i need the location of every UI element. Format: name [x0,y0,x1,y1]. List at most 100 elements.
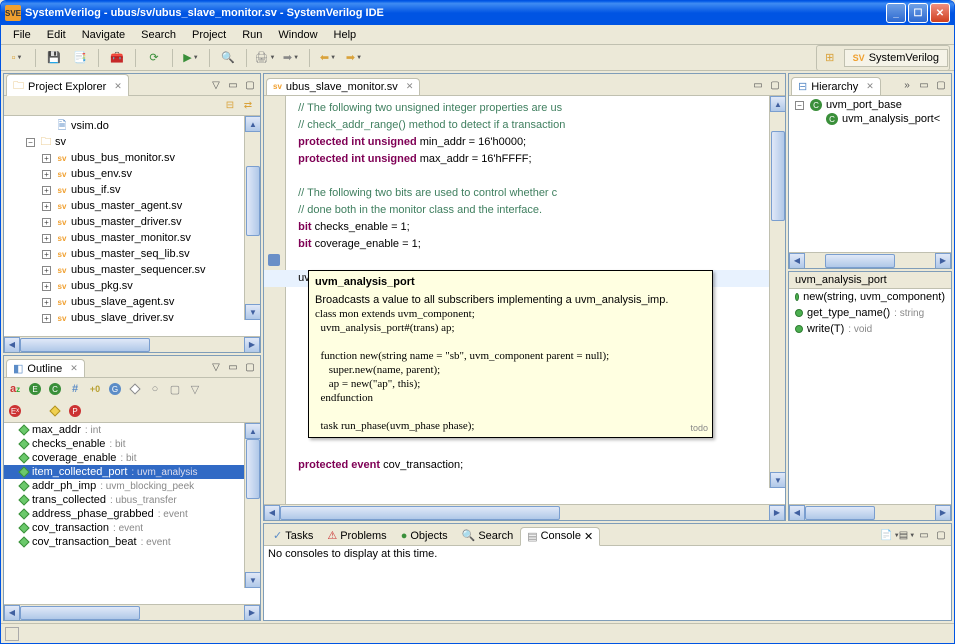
filter-g-button[interactable]: G [106,380,124,398]
close-icon[interactable]: ✕ [866,81,874,92]
open-perspective-button[interactable]: ⊞ [818,47,842,69]
filter-hash-button[interactable]: # [66,380,84,398]
search-button[interactable]: 🔍 [216,47,240,69]
tree-item[interactable]: +svubus_pkg.sv [6,278,258,294]
filter-p-button[interactable]: P [66,402,84,420]
code-line[interactable]: protected event cov_transaction; [292,457,777,474]
tab-hierarchy[interactable]: ⊟ Hierarchy ✕ [791,77,881,95]
tree-item[interactable]: +svubus_slave_agent.sv [6,294,258,310]
code-line[interactable]: // The following two bits are used to co… [292,185,777,202]
code-line[interactable] [292,168,777,185]
tree-item[interactable]: +svubus_master_sequencer.sv [6,262,258,278]
outline-item[interactable]: addr_ph_imp : uvm_blocking_peek [4,479,260,493]
close-icon[interactable]: ✕ [406,81,414,92]
view-menu-button[interactable]: ▽ [208,360,224,376]
perspective-systemverilog[interactable]: SV SystemVerilog [844,49,948,67]
outline-item[interactable]: address_phase_grabbed : event [4,507,260,521]
maximize-view-button[interactable]: ▢ [242,78,258,94]
new-button[interactable]: ▫▼ [5,47,29,69]
tab-objects[interactable]: ●Objects [394,527,455,545]
code-editor[interactable]: // The following two unsigned integer pr… [264,96,785,504]
code-line[interactable]: bit checks_enable = 1; [292,219,777,236]
outline-item[interactable]: item_collected_port : uvm_analysis [4,465,260,479]
expand-icon[interactable]: + [42,250,51,259]
expand-icon[interactable]: + [42,202,51,211]
expand-icon[interactable]: + [42,170,51,179]
filter-e-button[interactable]: E [26,380,44,398]
save-button[interactable]: 💾 [42,47,66,69]
filter-diamond2-button[interactable] [46,402,64,420]
sort-button[interactable]: az [6,380,24,398]
minimize-button[interactable]: _ [886,3,906,23]
filter-c-button[interactable]: C [46,380,64,398]
tab-tasks[interactable]: ✓Tasks [266,526,320,545]
expand-icon[interactable]: + [42,154,51,163]
filter-box-button[interactable]: ▢ [166,380,184,398]
code-line[interactable]: bit coverage_enable = 1; [292,236,777,253]
expand-icon[interactable]: + [42,218,51,227]
tree-item[interactable]: +svubus_master_seq_lib.sv [6,246,258,262]
forward-button[interactable]: ➡▼ [342,47,366,69]
menu-help[interactable]: Help [326,27,365,43]
close-icon[interactable]: ✕ [70,363,78,374]
hierarchy-item[interactable]: Cuvm_analysis_port< [791,112,949,126]
filter-c2-button[interactable]: ○ [146,380,164,398]
filter-diamond-button[interactable] [126,380,144,398]
outline-item[interactable]: max_addr : int [4,423,260,437]
link-editor-button[interactable]: ⇄ [240,98,256,114]
outline-item[interactable]: checks_enable : bit [4,437,260,451]
outline-item[interactable]: trans_collected : ubus_transfer [4,493,260,507]
minimize-view-button[interactable]: ▭ [916,528,932,544]
menu-navigate[interactable]: Navigate [74,27,133,43]
menu-window[interactable]: Window [270,27,325,43]
outline-item[interactable]: coverage_enable : bit [4,451,260,465]
back-button[interactable]: ⬅▼ [316,47,340,69]
collapse-icon[interactable]: − [26,138,35,147]
outline-item[interactable]: cov_transaction_beat : event [4,535,260,549]
expand-icon[interactable]: + [42,234,51,243]
tree-item[interactable]: +svubus_slave_driver.sv [6,310,258,326]
maximize-view-button[interactable]: ▢ [933,78,949,94]
expand-icon[interactable]: + [42,282,51,291]
editor-tab[interactable]: sv ubus_slave_monitor.sv ✕ [266,78,420,95]
tree-item[interactable]: +svubus_master_driver.sv [6,214,258,230]
close-icon[interactable]: ✕ [114,81,122,92]
tab-search[interactable]: 🔍Search [455,526,521,545]
menu-search[interactable]: Search [133,27,184,43]
code-line[interactable] [292,253,777,270]
tree-item[interactable]: +svubus_master_monitor.sv [6,230,258,246]
print-button[interactable]: 🖨▼ [253,47,277,69]
code-line[interactable]: // The following two unsigned integer pr… [292,100,777,117]
collapse-icon[interactable]: − [795,101,804,110]
view-menu-button[interactable]: ▽ [208,78,224,94]
filter-plus0-button[interactable]: +0 [86,380,104,398]
outline-item[interactable]: cov_transaction : event [4,521,260,535]
close-button[interactable]: ✕ [930,3,950,23]
save-all-button[interactable]: 📑 [68,47,92,69]
menu-edit[interactable]: Edit [39,27,74,43]
minimize-view-button[interactable]: ▭ [225,78,241,94]
chevron-button[interactable]: » [899,78,915,94]
tab-outline[interactable]: ◧ Outline ✕ [6,359,85,377]
expand-icon[interactable]: + [42,266,51,275]
action2-button[interactable]: ➡▼ [279,47,303,69]
code-line[interactable]: protected int unsigned min_addr = 16'h00… [292,134,777,151]
expand-icon[interactable]: + [42,186,51,195]
expand-icon[interactable]: + [42,314,51,323]
maximize-view-button[interactable]: ▢ [933,528,949,544]
run-button[interactable]: ▶▼ [179,47,203,69]
tab-project-explorer[interactable]: 🗀 Project Explorer ✕ [6,74,129,98]
member-item[interactable]: write(T): void [789,321,951,337]
tree-item[interactable]: +svubus_bus_monitor.sv [6,150,258,166]
minimize-view-button[interactable]: ▭ [750,78,766,94]
code-line[interactable]: // check_addr_range() method to detect i… [292,117,777,134]
minimize-view-button[interactable]: ▭ [225,360,241,376]
filter-ex-button[interactable]: Ex [6,402,24,420]
tree-item[interactable]: −🗀sv [6,134,258,150]
filter-v-button[interactable]: ▽ [186,380,204,398]
refresh-button[interactable]: ⟳ [142,47,166,69]
close-icon[interactable]: ✕ [584,530,593,543]
collapse-all-button[interactable]: ⊟ [222,98,238,114]
minimize-view-button[interactable]: ▭ [916,78,932,94]
expand-icon[interactable]: + [42,298,51,307]
